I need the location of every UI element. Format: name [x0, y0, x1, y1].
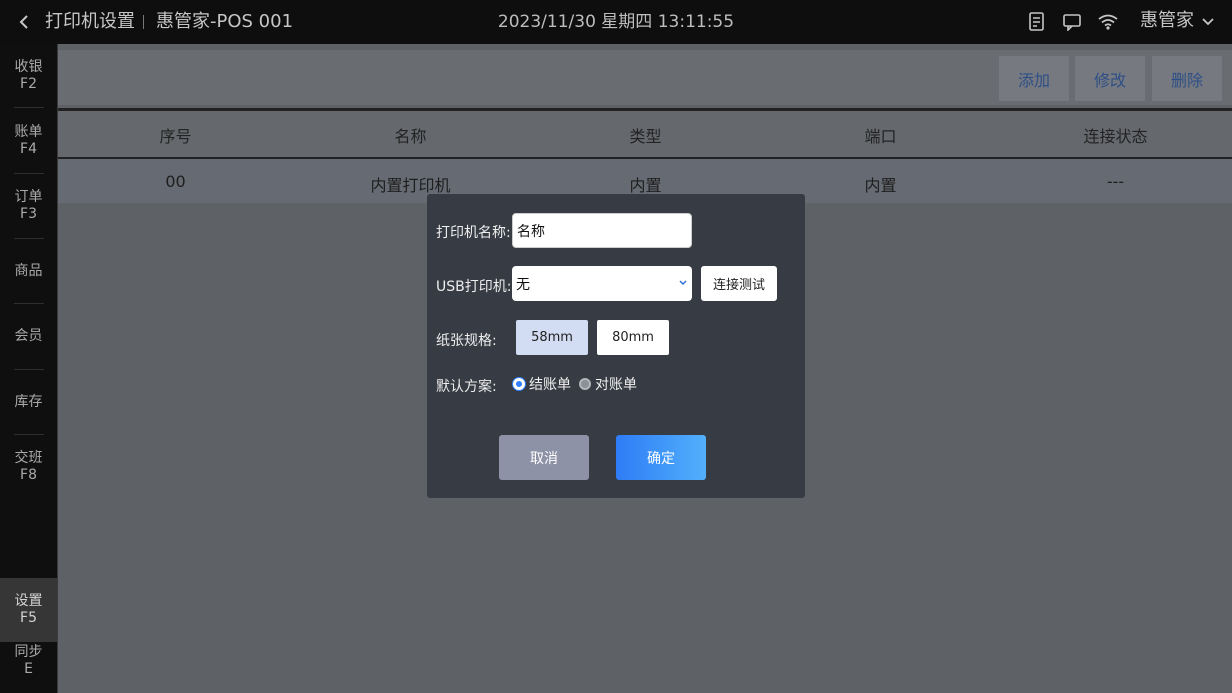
scheme-radio-checkout[interactable]: 结账单 — [513, 374, 571, 394]
sidebar: 收银 F2 账单 F4 订单 F3 商品 会员 库存 交班 F8 设置 F5 同… — [0, 44, 57, 693]
cancel-button[interactable]: 取消 — [499, 435, 589, 480]
confirm-button[interactable]: 确定 — [616, 435, 706, 480]
page-title: 打印机设置 — [45, 11, 135, 32]
title-separator — [143, 15, 144, 29]
user-name: 惠管家 — [1140, 10, 1194, 31]
message-icon[interactable] — [1061, 11, 1083, 33]
usb-printer-value: 无 — [516, 276, 530, 293]
wifi-icon[interactable] — [1097, 11, 1119, 33]
paper-size-label: 纸张规格: — [436, 333, 497, 349]
column-header: 序号 — [159, 127, 192, 146]
column-header: 端口 — [864, 127, 897, 146]
table-cell: 内置 — [864, 176, 897, 195]
column-header: 类型 — [629, 127, 662, 146]
table-cell: --- — [1106, 172, 1125, 191]
column-header: 名称 — [394, 127, 427, 146]
sidebar-item-cashier[interactable]: 收银 F2 — [0, 44, 57, 108]
chevron-down-icon — [1202, 9, 1214, 33]
add-button[interactable]: 添加 — [999, 56, 1069, 101]
radio-checked-icon — [513, 378, 525, 390]
default-scheme-label: 默认方案: — [436, 379, 497, 395]
usb-printer-label: USB打印机: — [436, 279, 512, 295]
store-name: 惠管家-POS 001 — [156, 11, 294, 32]
table-cell: 00 — [165, 172, 186, 191]
paper-58mm-button[interactable]: 58mm — [516, 320, 588, 355]
usb-printer-select[interactable]: 无 — [512, 266, 692, 301]
sidebar-item-inventory[interactable]: 库存 — [0, 370, 57, 434]
toolbar: 添加 修改 删除 — [58, 50, 1232, 105]
sidebar-item-sync[interactable]: 同步 E — [0, 629, 57, 693]
back-arrow-icon[interactable] — [14, 10, 34, 34]
paper-80mm-button[interactable]: 80mm — [597, 320, 669, 355]
scheme-radio-reconciliation[interactable]: 对账单 — [579, 374, 637, 394]
table-cell: 内置打印机 — [370, 176, 451, 195]
chevron-down-icon — [678, 276, 688, 292]
datetime-display: 2023/11/30 星期四 13:11:55 — [497, 12, 735, 32]
radio-unchecked-icon — [579, 378, 591, 390]
column-header: 连接状态 — [1083, 127, 1148, 146]
user-menu[interactable]: 惠管家 — [1140, 9, 1214, 33]
sidebar-divider — [14, 107, 44, 108]
printer-dialog: 打印机名称: USB打印机: 无 连接测试 纸张规格: 58mm 80mm 默认… — [427, 194, 805, 498]
printer-name-label: 打印机名称: — [436, 225, 511, 241]
top-bar: 打印机设置 惠管家-POS 001 2023/11/30 星期四 13:11:5… — [0, 0, 1232, 44]
document-icon[interactable] — [1026, 11, 1048, 33]
sidebar-item-members[interactable]: 会员 — [0, 304, 57, 368]
printer-name-input[interactable] — [512, 213, 692, 248]
delete-button[interactable]: 删除 — [1152, 56, 1222, 101]
sidebar-item-orders[interactable]: 订单 F3 — [0, 174, 57, 238]
sidebar-item-bills[interactable]: 账单 F4 — [0, 109, 57, 173]
table-header: 序号 名称 类型 端口 连接状态 — [58, 108, 1232, 160]
sidebar-item-products[interactable]: 商品 — [0, 239, 57, 303]
sidebar-item-shift[interactable]: 交班 F8 — [0, 435, 57, 499]
edit-button[interactable]: 修改 — [1075, 56, 1145, 101]
connection-test-button[interactable]: 连接测试 — [701, 266, 777, 301]
table-cell: 内置 — [629, 176, 662, 195]
